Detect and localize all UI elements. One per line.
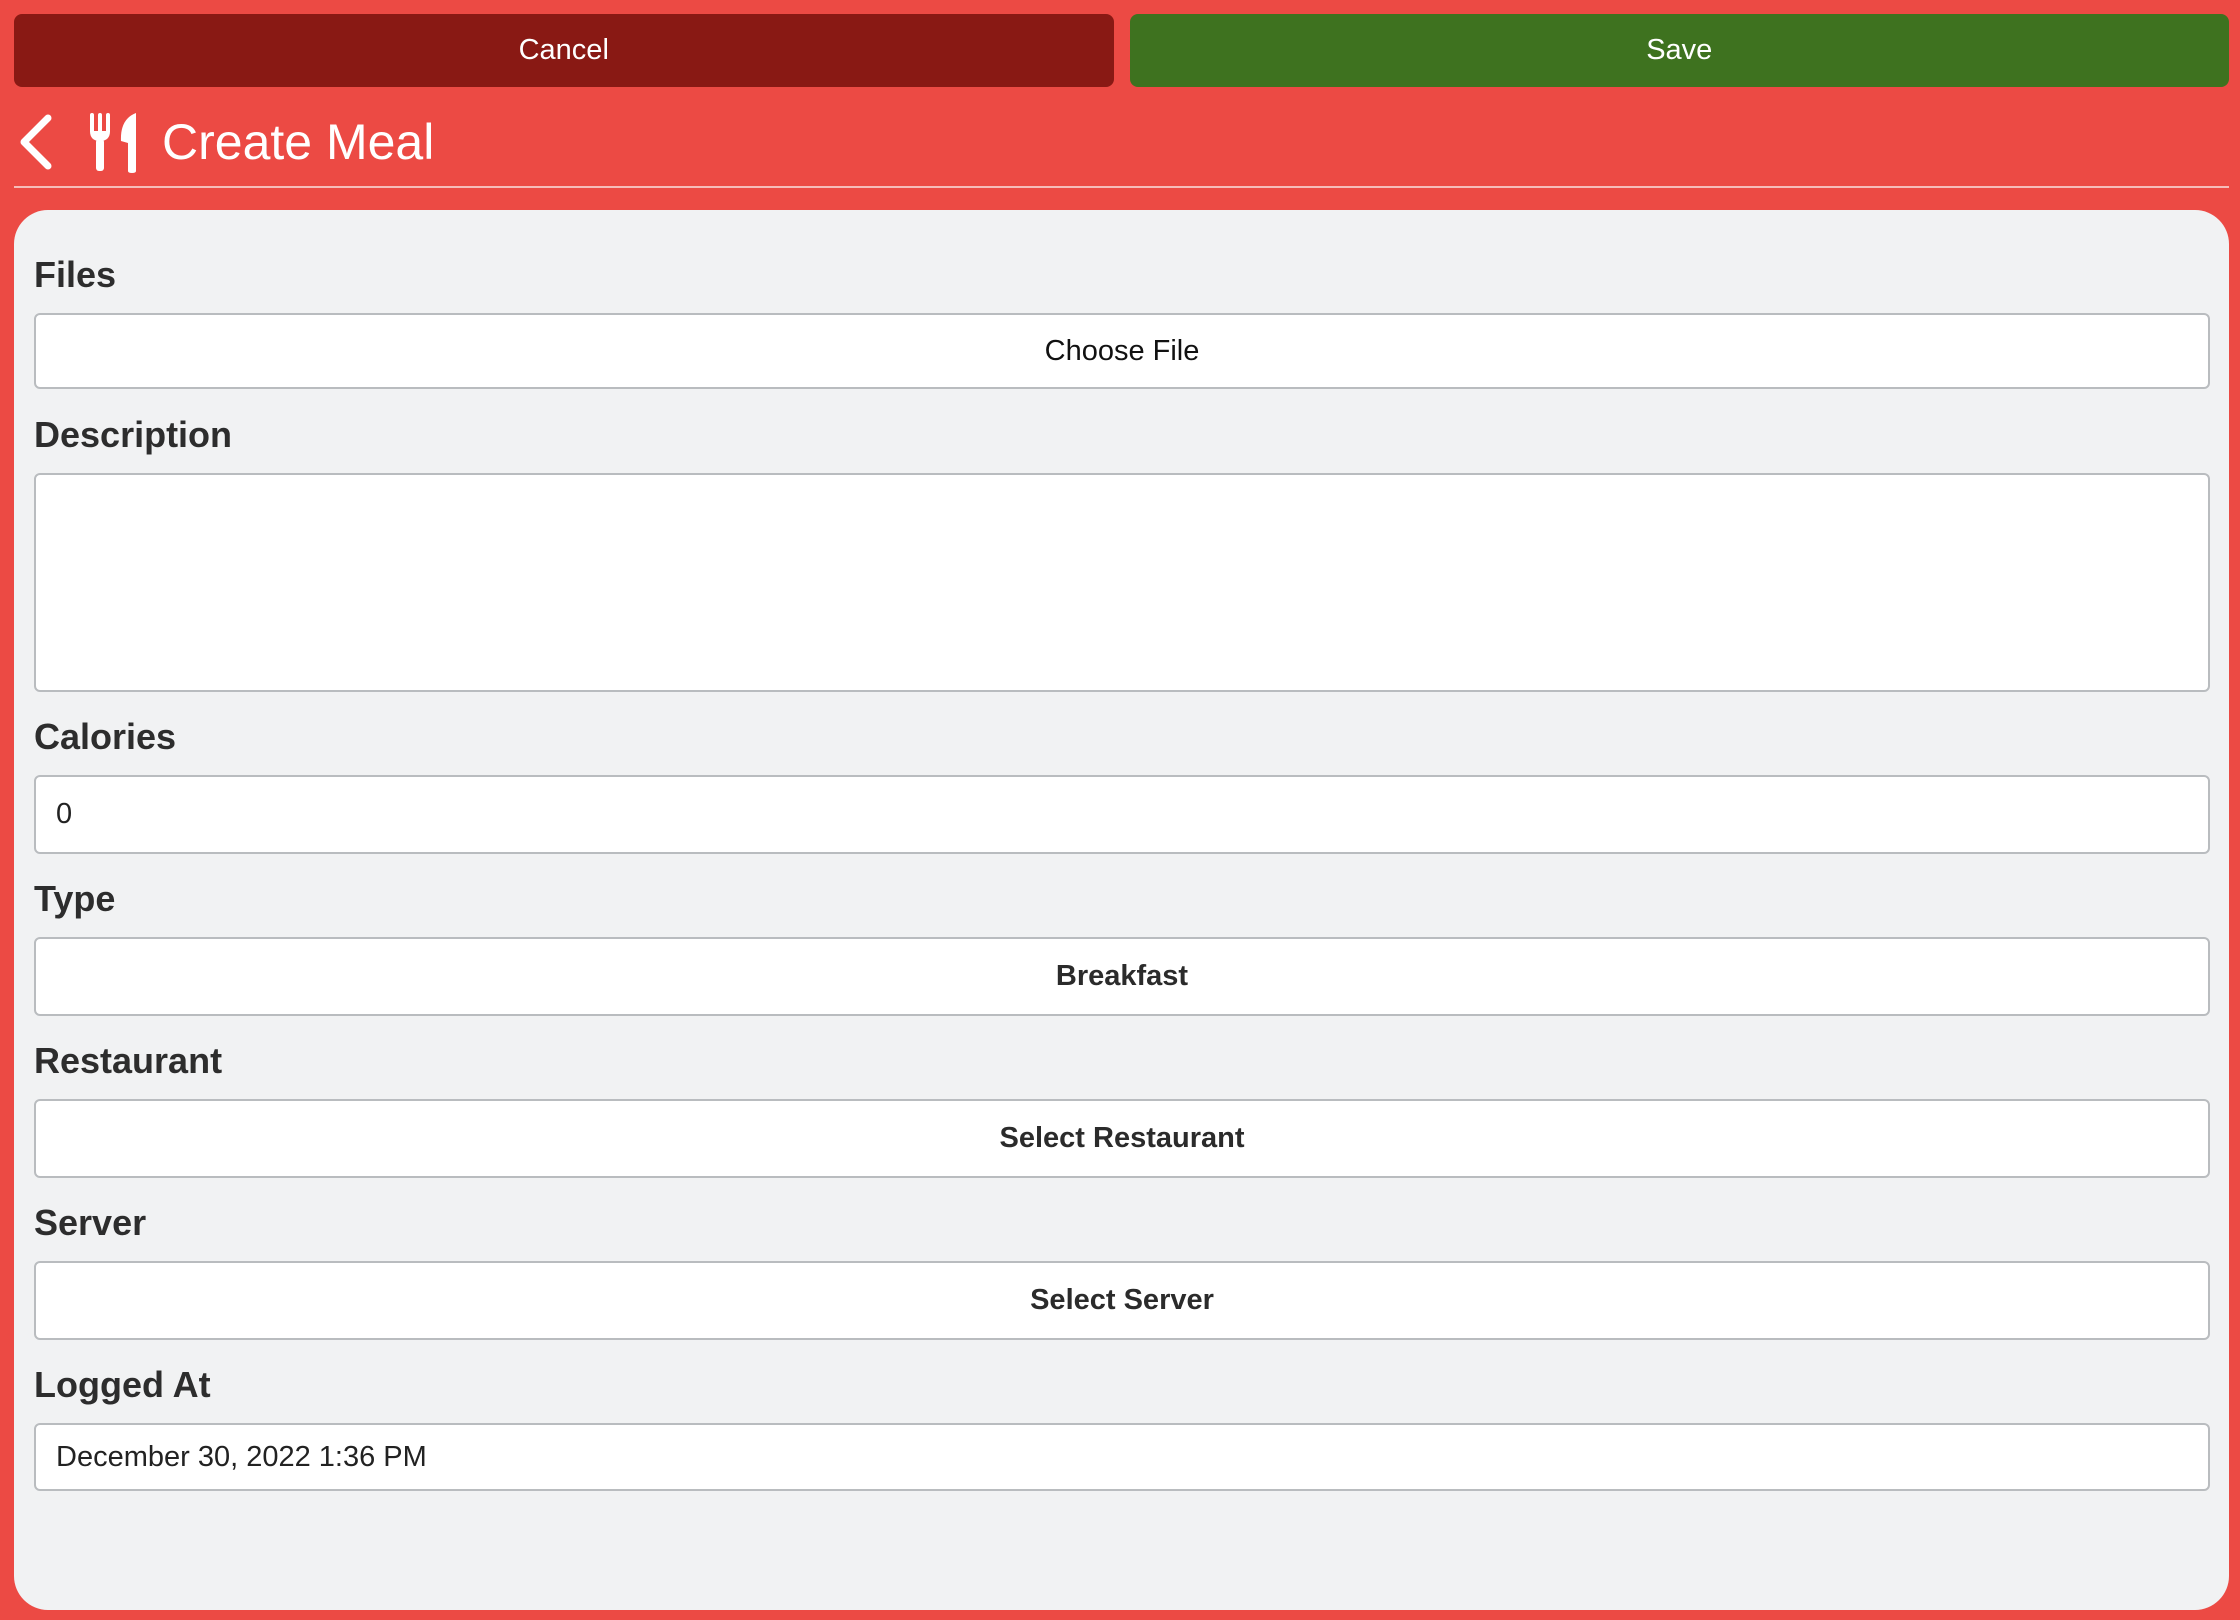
calories-label: Calories <box>34 716 177 757</box>
restaurant-label: Restaurant <box>34 1040 223 1081</box>
logged-at-label: Logged At <box>34 1364 211 1405</box>
calories-input[interactable]: 0 <box>34 775 2210 854</box>
server-select[interactable]: Select Server <box>34 1261 2210 1340</box>
chevron-left-icon[interactable] <box>18 112 58 172</box>
action-bar: Cancel Save <box>14 14 2229 87</box>
page-header: Create Meal <box>14 98 2229 188</box>
choose-file-button[interactable]: Choose File <box>34 313 2210 389</box>
meal-form: Files Choose File Description Calories 0… <box>14 210 2229 1610</box>
save-button[interactable]: Save <box>1129 14 2229 87</box>
server-label: Server <box>34 1202 147 1243</box>
cancel-button[interactable]: Cancel <box>14 14 1114 87</box>
type-select[interactable]: Breakfast <box>34 937 2210 1016</box>
description-label: Description <box>34 414 233 455</box>
page-title: Create Meal <box>162 114 435 170</box>
utensils-icon <box>88 110 144 174</box>
type-label: Type <box>34 878 116 919</box>
logged-at-input[interactable]: December 30, 2022 1:36 PM <box>34 1423 2210 1491</box>
description-textarea[interactable] <box>34 473 2210 692</box>
restaurant-select[interactable]: Select Restaurant <box>34 1099 2210 1178</box>
files-label: Files <box>34 254 117 295</box>
